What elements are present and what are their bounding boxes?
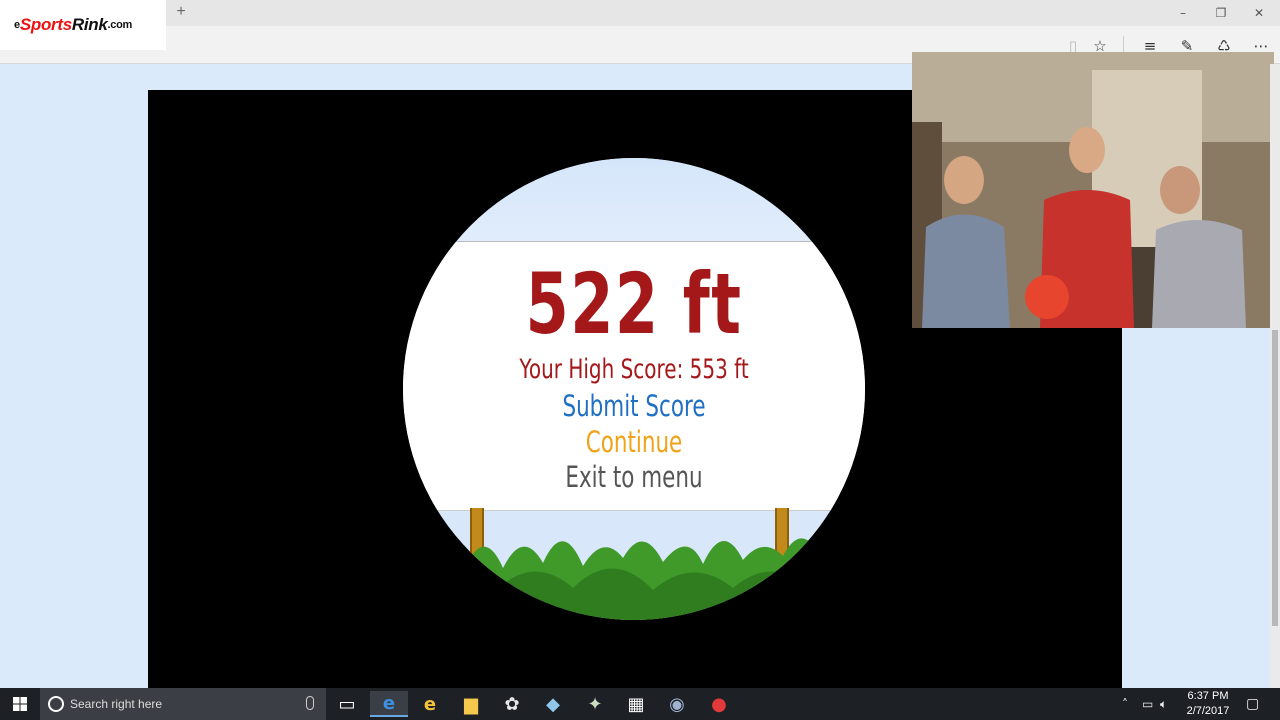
webcam-overlay	[912, 52, 1274, 328]
record-icon[interactable]: ●	[700, 691, 738, 717]
start-button[interactable]	[0, 688, 40, 720]
calculator-icon[interactable]: ▦	[617, 691, 655, 717]
close-button[interactable]: ✕	[1240, 3, 1278, 23]
volume-icon[interactable]: 🔈︎	[1160, 688, 1167, 720]
network-icon[interactable]: ▭	[1142, 688, 1153, 720]
webcam-feed	[912, 52, 1274, 328]
internet-explorer-icon[interactable]: e	[411, 691, 449, 717]
clock-time: 6:37 PM	[1187, 690, 1229, 702]
clock-date: 2/7/2017	[1186, 705, 1230, 717]
minimize-button[interactable]: –	[1164, 3, 1202, 23]
show-hidden-icons-icon[interactable]: ˄	[1122, 688, 1128, 720]
scrollbar-thumb[interactable]	[1272, 330, 1278, 626]
paint-icon[interactable]: ✿	[493, 691, 531, 717]
cortana-icon	[48, 696, 64, 712]
submit-score-button[interactable]: Submit Score	[463, 389, 805, 423]
taskbar-search-box[interactable]: Search right here	[40, 688, 326, 720]
game-over-viewport: 522 ft Your High Score: 553 ft Submit Sc…	[403, 158, 865, 620]
search-placeholder: Search right here	[70, 697, 163, 711]
task-view-icon[interactable]: ▭	[328, 691, 366, 717]
windows-logo-icon	[13, 697, 27, 711]
microphone-icon[interactable]	[306, 696, 314, 710]
continue-button[interactable]: Continue	[463, 425, 805, 459]
action-center-icon[interactable]: ▢	[1246, 688, 1259, 720]
grass-foreground	[403, 538, 865, 620]
restore-button[interactable]: ❐	[1202, 3, 1240, 23]
steam-icon[interactable]: ◉	[658, 691, 696, 717]
tab-bar: + – ❐ ✕	[0, 0, 1280, 26]
app-icon[interactable]: ◆	[534, 691, 572, 717]
windows-taskbar: Search right here ▭ e e ▆ ✿ ◆ ✦ ▦ ◉ ● ˄ …	[0, 688, 1280, 720]
app-icon-2[interactable]: ✦	[576, 691, 614, 717]
new-tab-button[interactable]: +	[172, 3, 190, 21]
exit-to-menu-button[interactable]: Exit to menu	[463, 460, 805, 494]
file-explorer-icon[interactable]: ▆	[452, 691, 490, 717]
taskbar-clock[interactable]: 6:37 PM 2/7/2017	[1178, 689, 1238, 719]
esportsrink-logo: e Sports Rink .com	[0, 0, 166, 50]
high-score-label: Your High Score: 553 ft	[519, 354, 749, 385]
distance-score: 522 ft	[525, 255, 743, 353]
edge-icon[interactable]: e	[370, 691, 408, 717]
